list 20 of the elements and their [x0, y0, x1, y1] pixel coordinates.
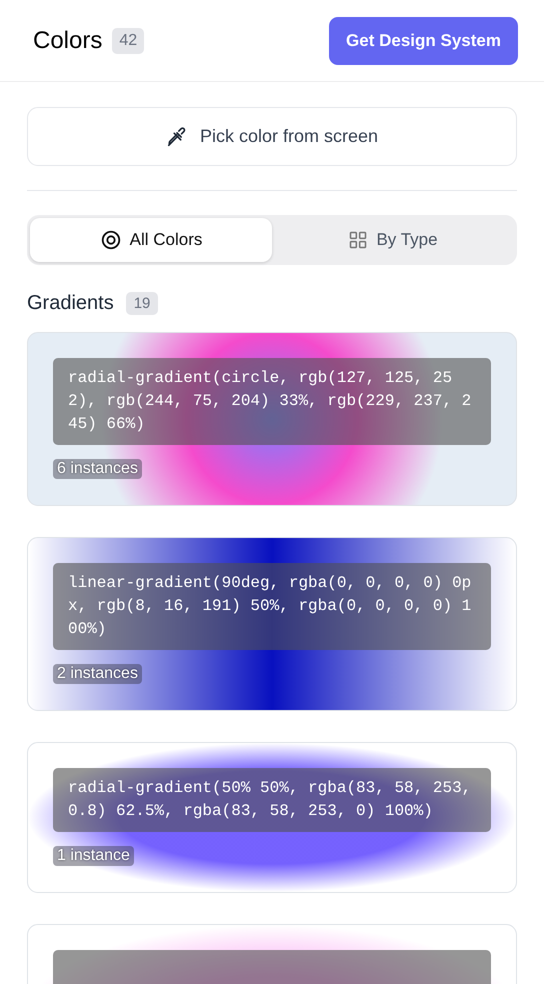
tab[interactable]: All Colors	[30, 218, 272, 262]
grid-icon	[348, 230, 368, 250]
gradient-code: linear-gradient(90deg, rgba(0, 0, 0, 0) 0px, rgb(8, 16, 191) 50%, rgba(0, 0, 0, 0) 100%)	[53, 563, 491, 650]
page-title: Colors	[33, 27, 102, 55]
gradient-card[interactable]: linear-gradient(90deg, rgba(0, 0, 0, 0) 0px, rgb(8, 16, 191) 50%, rgba(0, 0, 0, 0) 100%) 2 instances	[27, 537, 517, 711]
get-design-system-button[interactable]: Get Design System	[329, 17, 518, 65]
count-badge: 42	[112, 28, 144, 54]
instance-count: 1 instance	[53, 846, 134, 866]
gradient-card[interactable]: radial-gradient(50% 50%, rgba(83, 58, 253, 0.8) 62.5%, rgba(83, 58, 253, 0) 100%) 1 instance	[27, 742, 517, 893]
pick-color-button[interactable]: Pick color from screen	[27, 107, 517, 166]
instance-count: 6 instances	[53, 459, 142, 479]
gradient-code: radial-gradient(circle, rgb(127, 125, 252), rgb(244, 75, 204) 33%, rgb(229, 237, 245) 66%)	[53, 358, 491, 445]
section-title: Gradients	[27, 292, 114, 315]
instance-count: 2 instances	[53, 664, 142, 684]
count-badge: 19	[126, 292, 158, 315]
target-icon	[100, 229, 122, 251]
eyedropper-icon	[166, 126, 188, 148]
tab[interactable]: By Type	[272, 218, 514, 262]
gradient-card[interactable]: radial-gradient(circle, rgb(127, 125, 252), rgb(244, 75, 204) 33%, rgb(229, 237, 245) 66%) 6 instances	[27, 332, 517, 506]
gradient-code: radial-gradient(50% 50%, rgba(83, 58, 253, 0.8) 62.5%, rgba(83, 58, 253, 0) 100%)	[53, 768, 491, 832]
